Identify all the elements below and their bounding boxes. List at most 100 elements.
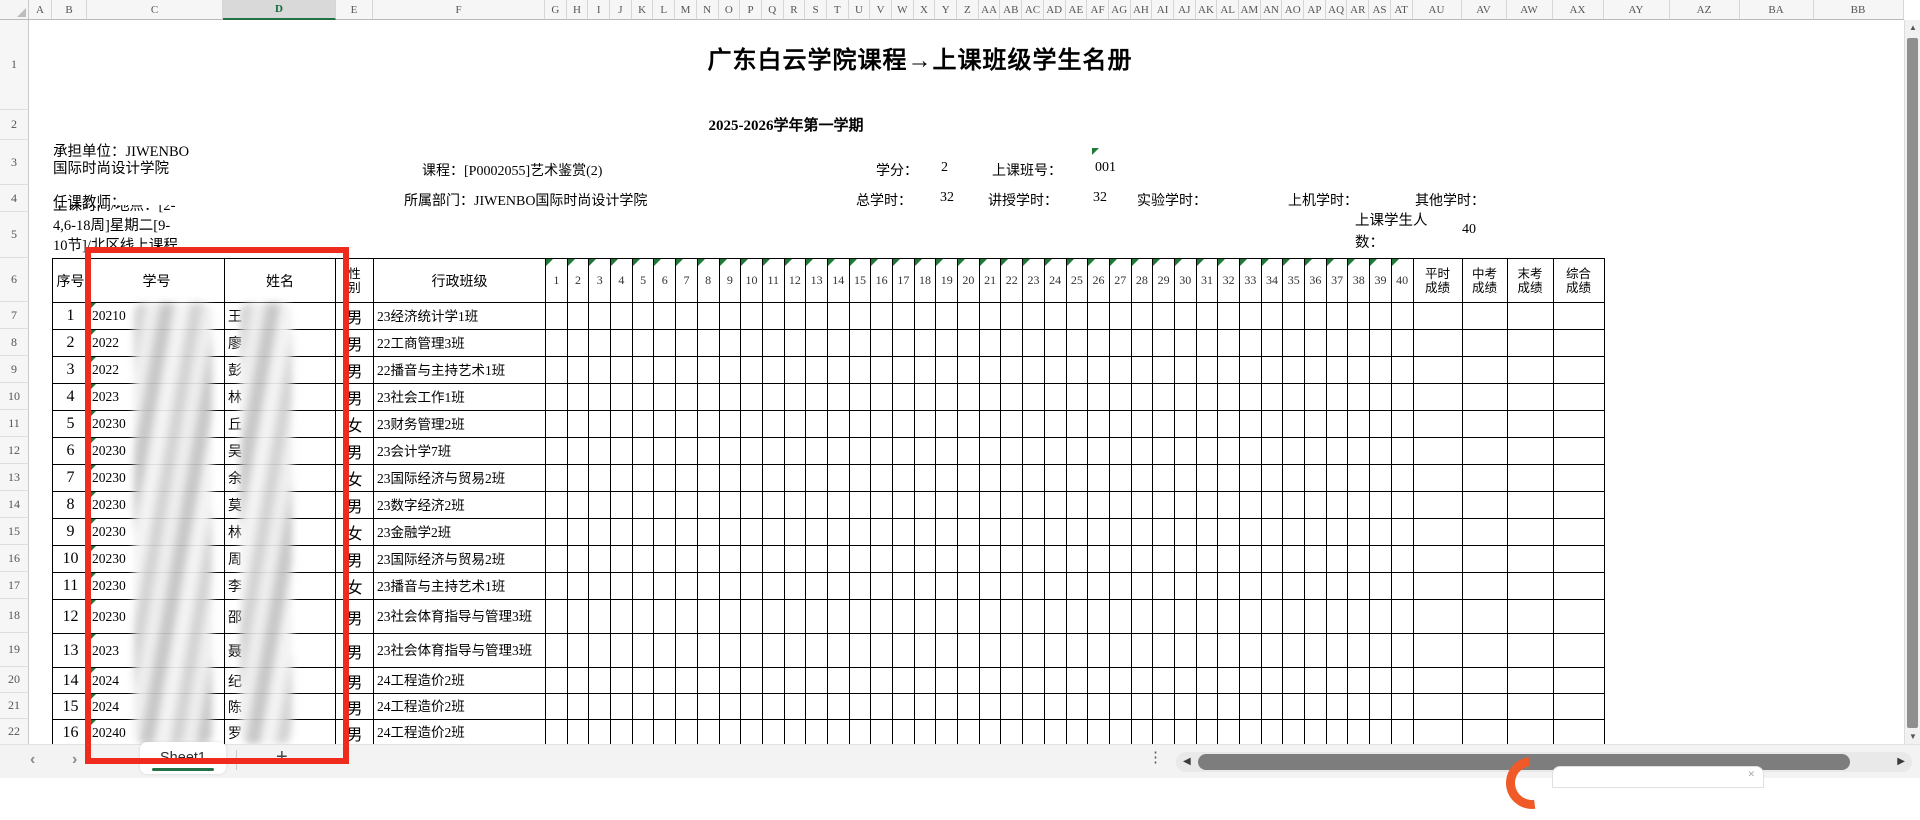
- cell-session[interactable]: [1175, 384, 1197, 411]
- cell-session[interactable]: [1175, 720, 1197, 744]
- cell-session[interactable]: [698, 492, 720, 519]
- cell-session[interactable]: [546, 546, 568, 573]
- cell-session[interactable]: [1023, 330, 1045, 357]
- row-header-5[interactable]: 5: [0, 212, 29, 258]
- cell-session[interactable]: [720, 573, 742, 600]
- cell-session[interactable]: [1153, 694, 1175, 720]
- th-session-23[interactable]: 23: [1023, 259, 1045, 303]
- cell-session[interactable]: [850, 303, 872, 330]
- cell-session[interactable]: [763, 668, 785, 694]
- cell-score[interactable]: [1508, 519, 1554, 546]
- cell-score[interactable]: [1463, 720, 1508, 744]
- cell-session[interactable]: [1088, 600, 1110, 634]
- th-session-8[interactable]: 8: [698, 259, 720, 303]
- row-header-13[interactable]: 13: [0, 464, 29, 491]
- cell-session[interactable]: [720, 411, 742, 438]
- cell-session[interactable]: [698, 546, 720, 573]
- cell-session[interactable]: [828, 303, 850, 330]
- cell-session[interactable]: [611, 384, 633, 411]
- cell-session[interactable]: [893, 694, 915, 720]
- th-session-17[interactable]: 17: [893, 259, 915, 303]
- cell-session[interactable]: [980, 411, 1002, 438]
- cell-session[interactable]: [611, 600, 633, 634]
- cell-seq[interactable]: 10: [53, 546, 89, 573]
- th-session-14[interactable]: 14: [828, 259, 850, 303]
- cell-session[interactable]: [763, 634, 785, 668]
- cell-session[interactable]: [1110, 411, 1132, 438]
- cell-session[interactable]: [676, 411, 698, 438]
- cell-session[interactable]: [1240, 492, 1262, 519]
- cell-session[interactable]: [1370, 634, 1392, 668]
- cell-session[interactable]: [915, 634, 937, 668]
- cell-session[interactable]: [1132, 492, 1154, 519]
- cell-session[interactable]: [1197, 546, 1219, 573]
- cell-session[interactable]: [1327, 519, 1349, 546]
- cell-session[interactable]: [741, 634, 763, 668]
- cell-session[interactable]: [806, 634, 828, 668]
- cell-session[interactable]: [1197, 668, 1219, 694]
- cell-session[interactable]: [1370, 303, 1392, 330]
- cell-session[interactable]: [676, 330, 698, 357]
- cell-score[interactable]: [1463, 384, 1508, 411]
- cell-session[interactable]: [1305, 357, 1327, 384]
- cell-session[interactable]: [1305, 492, 1327, 519]
- column-header-AB[interactable]: AB: [1000, 0, 1022, 20]
- cell-score[interactable]: [1554, 492, 1605, 519]
- cell-session[interactable]: [1348, 668, 1370, 694]
- cell-session[interactable]: [676, 384, 698, 411]
- cell-class[interactable]: 22工商管理3班: [374, 330, 546, 357]
- cell-score[interactable]: [1414, 384, 1463, 411]
- cell-session[interactable]: [1175, 694, 1197, 720]
- cell-session[interactable]: [611, 720, 633, 744]
- cell-score[interactable]: [1508, 438, 1554, 465]
- cell-session[interactable]: [1088, 720, 1110, 744]
- next-sheet-button[interactable]: ›: [72, 751, 77, 769]
- cell-session[interactable]: [785, 357, 807, 384]
- cell-score[interactable]: [1414, 438, 1463, 465]
- cell-session[interactable]: [611, 546, 633, 573]
- th-score-2[interactable]: 末考 成绩: [1508, 259, 1554, 303]
- cell-session[interactable]: [915, 438, 937, 465]
- cell-session[interactable]: [611, 465, 633, 492]
- column-header-AN[interactable]: AN: [1261, 0, 1283, 20]
- cell-session[interactable]: [611, 357, 633, 384]
- cell-session[interactable]: [698, 600, 720, 634]
- cell-score[interactable]: [1554, 438, 1605, 465]
- cell-session[interactable]: [1045, 465, 1067, 492]
- cell-session[interactable]: [893, 465, 915, 492]
- cell-session[interactable]: [763, 600, 785, 634]
- cell-session[interactable]: [698, 694, 720, 720]
- cell-score[interactable]: [1463, 573, 1508, 600]
- scroll-left-icon[interactable]: ◀: [1183, 756, 1191, 767]
- cell-score[interactable]: [1463, 694, 1508, 720]
- cell-session[interactable]: [1001, 384, 1023, 411]
- cell-session[interactable]: [1327, 438, 1349, 465]
- cell-session[interactable]: [1197, 573, 1219, 600]
- cell-session[interactable]: [958, 573, 980, 600]
- cell-class[interactable]: 24工程造价2班: [374, 720, 546, 744]
- cell-session[interactable]: [828, 384, 850, 411]
- cell-session[interactable]: [806, 438, 828, 465]
- cell-score[interactable]: [1554, 668, 1605, 694]
- cell-session[interactable]: [720, 694, 742, 720]
- cell-session[interactable]: [936, 546, 958, 573]
- cell-session[interactable]: [654, 519, 676, 546]
- cell-session[interactable]: [763, 438, 785, 465]
- cell-session[interactable]: [741, 546, 763, 573]
- cell-score[interactable]: [1463, 546, 1508, 573]
- column-header-C[interactable]: C: [87, 0, 223, 20]
- column-header-J[interactable]: J: [610, 0, 632, 20]
- cell-session[interactable]: [1001, 720, 1023, 744]
- cell-session[interactable]: [850, 357, 872, 384]
- th-session-7[interactable]: 7: [676, 259, 698, 303]
- cell-session[interactable]: [828, 519, 850, 546]
- column-header-BA[interactable]: BA: [1740, 0, 1814, 20]
- column-header-AA[interactable]: AA: [979, 0, 1001, 20]
- cell-session[interactable]: [1045, 303, 1067, 330]
- cell-session[interactable]: [1240, 465, 1262, 492]
- row-header-19[interactable]: 19: [0, 633, 29, 667]
- cell-session[interactable]: [763, 303, 785, 330]
- cell-session[interactable]: [1110, 438, 1132, 465]
- column-header-M[interactable]: M: [675, 0, 697, 20]
- cell-score[interactable]: [1508, 634, 1554, 668]
